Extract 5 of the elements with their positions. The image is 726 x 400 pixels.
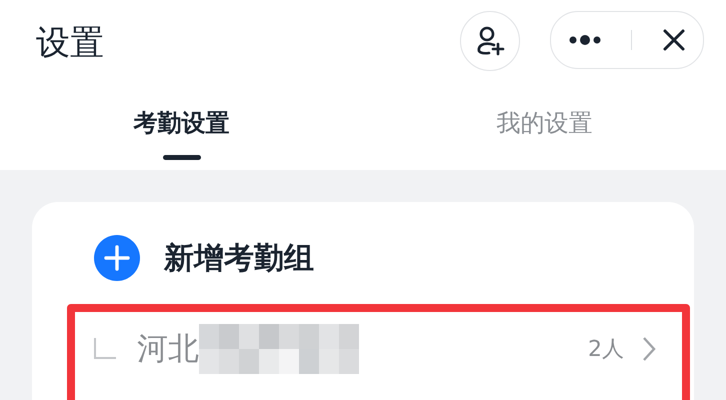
tab[interactable]: 考勤设置 bbox=[0, 85, 363, 170]
window-title: 设置 bbox=[36, 22, 104, 64]
add-group-label[interactable]: 新增考勤组 bbox=[164, 238, 314, 278]
member-count: 2人 bbox=[588, 336, 624, 364]
group-name: 河北 bbox=[137, 330, 199, 369]
